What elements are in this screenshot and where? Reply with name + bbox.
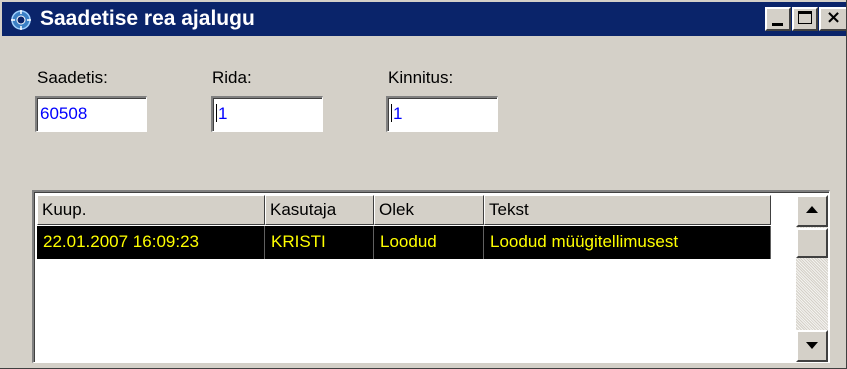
app-icon bbox=[11, 10, 31, 30]
cell-user: KRISTI bbox=[265, 226, 374, 259]
column-header-kasutaja[interactable]: Kasutaja bbox=[265, 195, 374, 225]
scroll-up-arrow-icon bbox=[806, 206, 818, 213]
grid-header: Kuup. Kasutaja Olek Tekst bbox=[37, 195, 771, 225]
column-header-kuup[interactable]: Kuup. bbox=[37, 195, 265, 225]
cell-text: Loodud müügitellimusest bbox=[484, 226, 771, 259]
kinnitus-field[interactable]: 1 bbox=[386, 96, 498, 132]
cell-date: 22.01.2007 16:09:23 bbox=[37, 226, 265, 259]
rida-value: 1 bbox=[218, 104, 228, 123]
rida-field[interactable]: 1 bbox=[211, 96, 323, 132]
minimize-button[interactable] bbox=[765, 7, 791, 31]
column-header-olek[interactable]: Olek bbox=[374, 195, 484, 225]
maximize-button[interactable] bbox=[792, 7, 818, 31]
rida-label: Rida: bbox=[212, 68, 252, 87]
scroll-up-button[interactable] bbox=[796, 195, 828, 227]
kinnitus-label: Kinnitus: bbox=[388, 68, 454, 87]
history-grid[interactable]: Kuup. Kasutaja Olek Tekst 22.01.2007 16:… bbox=[32, 190, 830, 363]
scroll-down-arrow-icon bbox=[806, 342, 818, 349]
kinnitus-value: 1 bbox=[393, 104, 403, 123]
saadetis-label: Saadetis: bbox=[37, 68, 108, 87]
scrollbar-thumb[interactable] bbox=[796, 228, 828, 258]
minimize-icon bbox=[772, 23, 783, 26]
saadetis-field[interactable]: 60508 bbox=[35, 96, 147, 132]
text-caret bbox=[391, 104, 392, 122]
close-button[interactable]: × bbox=[819, 7, 846, 31]
window-title: Saadetise rea ajalugu bbox=[40, 7, 255, 30]
history-window: Saadetise rea ajalugu × Saadetis: 60508 … bbox=[0, 0, 847, 369]
maximize-icon bbox=[798, 11, 812, 24]
title-bar[interactable]: Saadetise rea ajalugu × bbox=[2, 2, 846, 36]
text-caret bbox=[216, 104, 217, 122]
saadetis-value: 60508 bbox=[40, 104, 88, 123]
column-header-tekst[interactable]: Tekst bbox=[484, 195, 771, 225]
scroll-down-button[interactable] bbox=[796, 330, 828, 362]
cell-state: Loodud bbox=[374, 226, 484, 259]
close-icon: × bbox=[826, 7, 842, 28]
table-row[interactable]: 22.01.2007 16:09:23 KRISTI Loodud Loodud… bbox=[37, 226, 771, 259]
vertical-scrollbar[interactable] bbox=[796, 195, 828, 362]
